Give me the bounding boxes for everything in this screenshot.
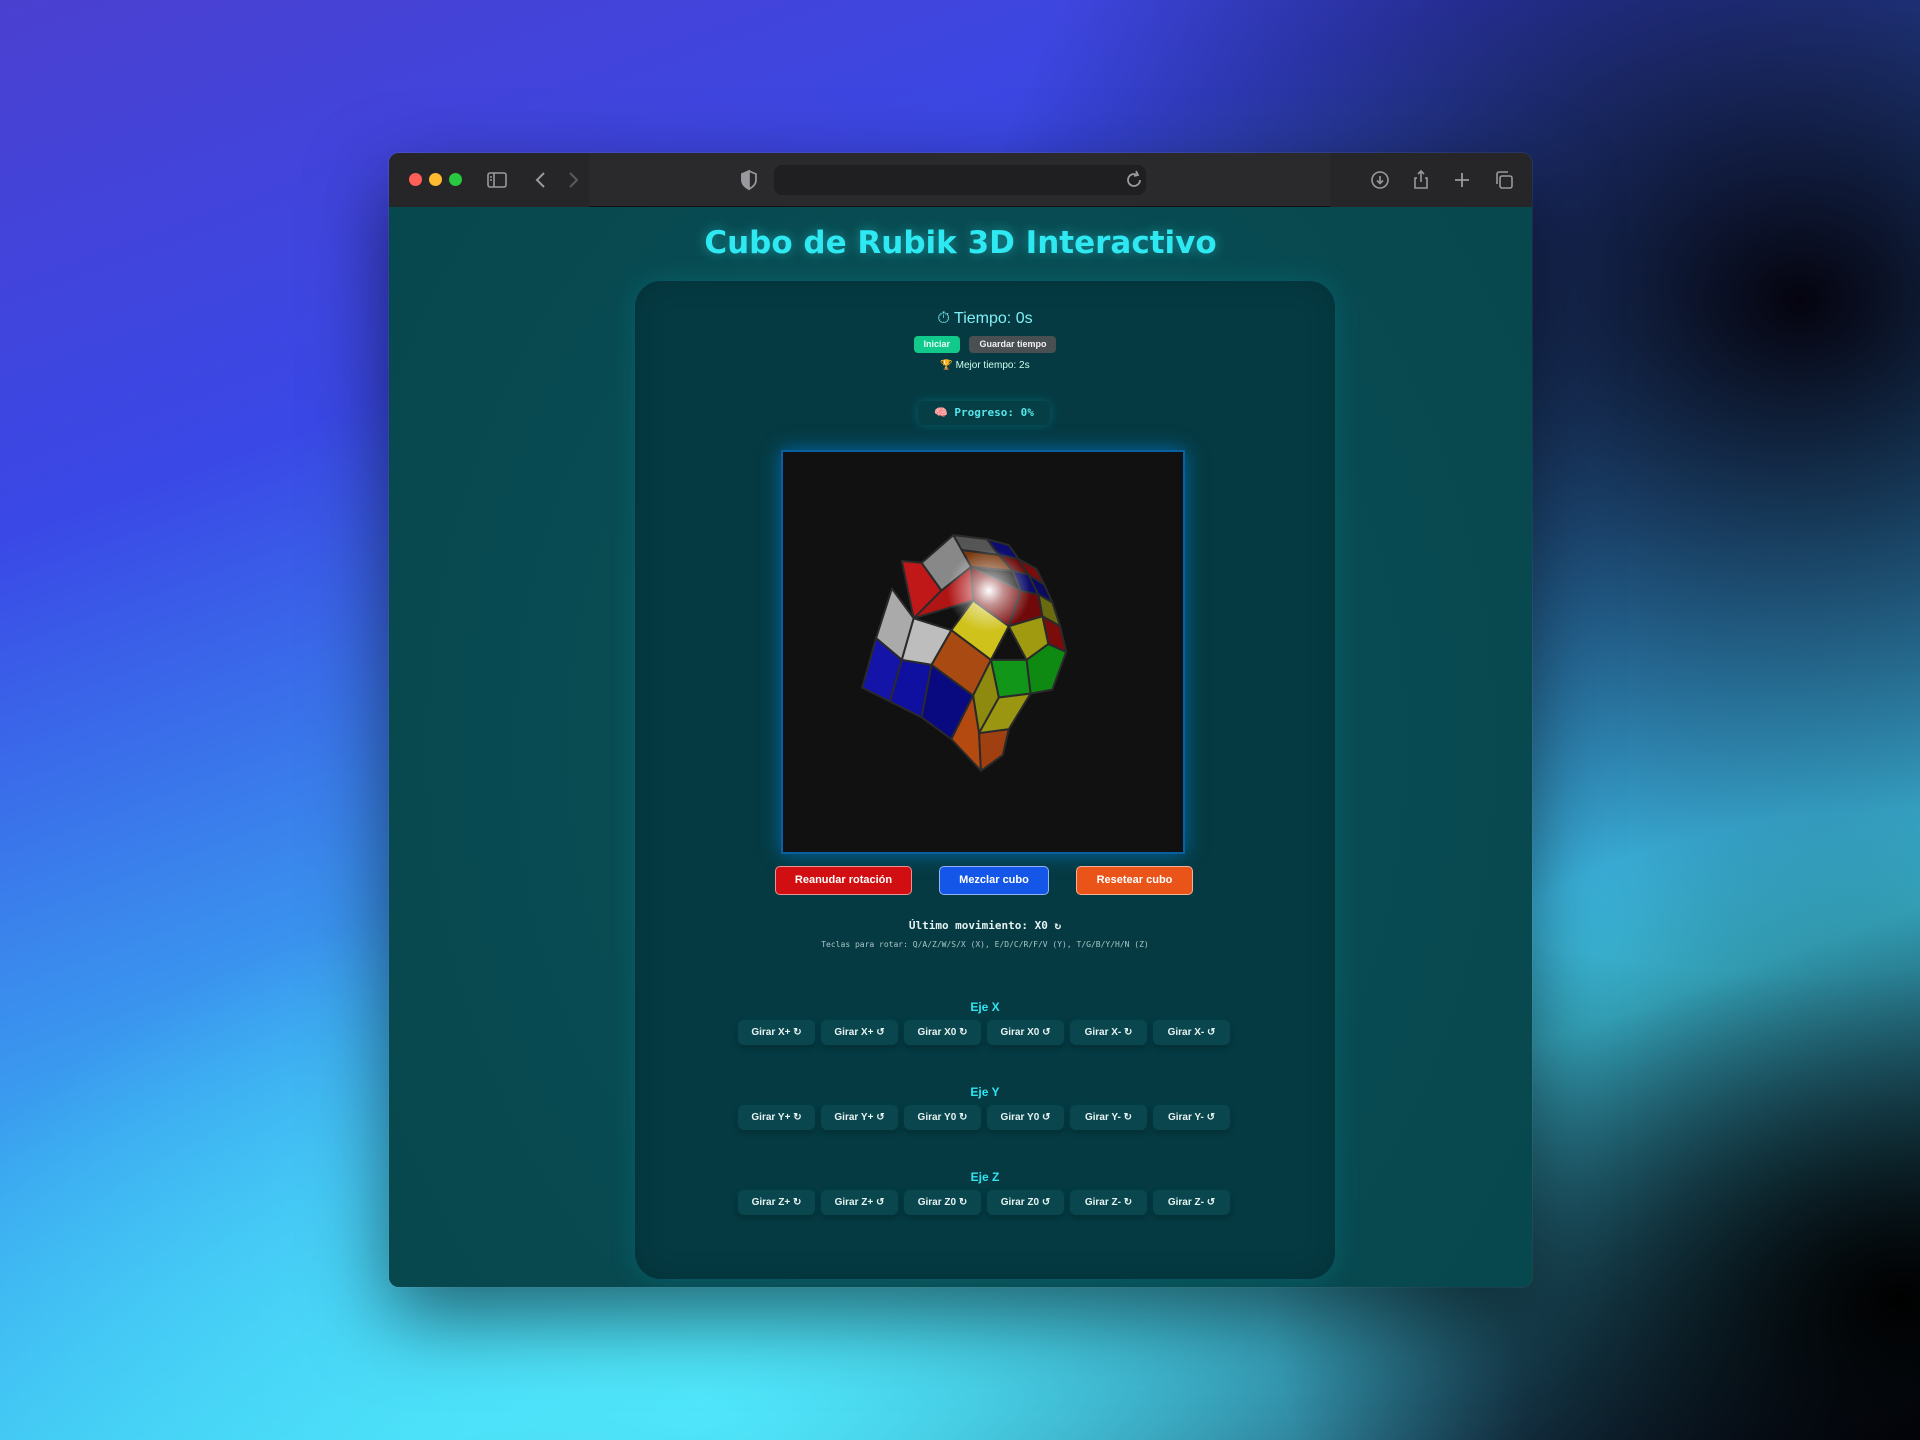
sidebar-icon[interactable] [485,168,509,192]
rotate-y-minus-ccw-button[interactable]: Girar Y- ↺ [1153,1105,1230,1130]
rotate-y-minus-cw-button[interactable]: Girar Y- ↻ [1070,1105,1147,1130]
axis-y-buttons: Girar Y+ ↻ Girar Y+ ↺ Girar Y0 ↻ Girar Y… [738,1105,1232,1131]
shield-icon[interactable] [737,168,761,192]
save-time-button[interactable]: Guardar tiempo [969,336,1057,353]
cube-canvas[interactable] [781,450,1185,854]
progress-indicator: 🧠 Progreso: 0% [918,401,1050,425]
cube-panel: ⏱ Tiempo: 0s Iniciar Guardar tiempo 🏆 Me… [635,281,1335,1279]
page-content: Cubo de Rubik 3D Interactivo ⏱ Tiempo: 0… [389,207,1532,1287]
rotate-x-zero-ccw-button[interactable]: Girar X0 ↺ [987,1020,1064,1045]
tabs-overview-icon[interactable] [1492,168,1516,192]
timer-display: ⏱ Tiempo: 0s [937,310,1033,327]
rotate-y-zero-cw-button[interactable]: Girar Y0 ↻ [904,1105,981,1130]
rotate-z-minus-ccw-button[interactable]: Girar Z- ↺ [1153,1190,1230,1215]
timer-buttons: Iniciar Guardar tiempo [635,336,1335,354]
rubik-cube-render [861,534,1068,772]
rotate-z-zero-ccw-button[interactable]: Girar Z0 ↺ [987,1190,1064,1215]
start-timer-button[interactable]: Iniciar [913,336,961,353]
rotate-x-minus-cw-button[interactable]: Girar X- ↻ [1070,1020,1147,1045]
rotate-z-minus-cw-button[interactable]: Girar Z- ↻ [1070,1190,1147,1215]
rotate-y-plus-ccw-button[interactable]: Girar Y+ ↺ [821,1105,898,1130]
new-tab-icon[interactable] [1450,168,1474,192]
browser-window: Cubo de Rubik 3D Interactivo ⏱ Tiempo: 0… [389,153,1532,1287]
rotate-y-zero-ccw-button[interactable]: Girar Y0 ↺ [987,1105,1064,1130]
axis-x-buttons: Girar X+ ↻ Girar X+ ↺ Girar X0 ↻ Girar X… [738,1020,1232,1046]
back-icon[interactable] [529,168,553,192]
page-title: Cubo de Rubik 3D Interactivo [704,225,1217,261]
light-glare [947,549,1031,633]
rotate-x-plus-ccw-button[interactable]: Girar X+ ↺ [821,1020,898,1045]
action-buttons: Reanudar rotación Mezclar cubo Resetear … [635,866,1335,896]
axis-x-title: Eje X [970,1000,1000,1014]
address-bar[interactable] [774,165,1146,195]
axis-z-buttons: Girar Z+ ↻ Girar Z+ ↺ Girar Z0 ↻ Girar Z… [738,1190,1232,1216]
close-window-button[interactable] [409,173,422,186]
rotate-z-plus-ccw-button[interactable]: Girar Z+ ↺ [821,1190,898,1215]
minimize-window-button[interactable] [429,173,442,186]
rotate-x-plus-cw-button[interactable]: Girar X+ ↻ [738,1020,815,1045]
last-move: Último movimiento: X0 ↻ [908,919,1062,932]
reset-cube-button[interactable]: Resetear cubo [1076,866,1193,895]
resume-rotation-button[interactable]: Reanudar rotación [775,866,912,895]
share-icon[interactable] [1409,168,1433,192]
forward-icon[interactable] [561,168,585,192]
keys-hint: Teclas para rotar: Q/A/Z/W/S/X (X), E/D/… [821,940,1149,949]
best-time: 🏆 Mejor tiempo: 2s [940,360,1030,371]
download-icon[interactable] [1368,168,1392,192]
browser-toolbar [389,153,1532,207]
rotate-x-zero-cw-button[interactable]: Girar X0 ↻ [904,1020,981,1045]
rotate-x-minus-ccw-button[interactable]: Girar X- ↺ [1153,1020,1230,1045]
shuffle-cube-button[interactable]: Mezclar cubo [939,866,1049,895]
reload-icon[interactable] [1122,168,1146,192]
rotate-y-plus-cw-button[interactable]: Girar Y+ ↻ [738,1105,815,1130]
zoom-window-button[interactable] [449,173,462,186]
rotate-z-zero-cw-button[interactable]: Girar Z0 ↻ [904,1190,981,1215]
axis-y-title: Eje Y [970,1085,1000,1099]
rotate-z-plus-cw-button[interactable]: Girar Z+ ↻ [738,1190,815,1215]
axis-z-title: Eje Z [970,1170,1000,1184]
